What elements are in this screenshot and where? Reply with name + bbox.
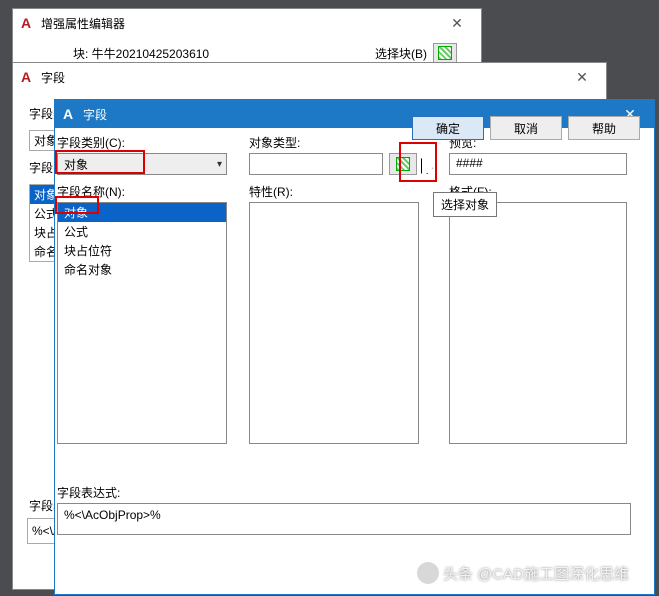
ok-button[interactable]: 确定: [412, 116, 484, 140]
close-icon[interactable]: ✕: [437, 10, 477, 36]
format-list[interactable]: [449, 202, 627, 444]
app-icon: A: [59, 105, 77, 123]
pick-icon: [438, 46, 452, 60]
list-item[interactable]: 对象: [58, 203, 226, 222]
list-item[interactable]: 块占位符: [58, 241, 226, 260]
properties-list[interactable]: [249, 202, 419, 444]
select-object-button[interactable]: [389, 153, 417, 175]
properties-label: 特性(R):: [249, 183, 419, 200]
list-item[interactable]: 公式: [58, 222, 226, 241]
preview-field: ####: [449, 153, 627, 175]
window-title: 增强属性编辑器: [41, 15, 437, 32]
select-block-button[interactable]: [433, 43, 457, 63]
field-category-combo[interactable]: 对象 ▾: [57, 153, 227, 175]
close-icon[interactable]: ✕: [562, 64, 602, 90]
titlebar[interactable]: A 增强属性编辑器 ✕: [13, 9, 481, 37]
app-icon: A: [17, 68, 35, 86]
field-dialog: A 字段 ✕ 字段类别(C): 对象 ▾ 字段名称(N): 对象 公式 块占位符…: [54, 99, 655, 595]
watermark-text: 头条 @CAD施工图深化思维: [443, 563, 629, 584]
pick-icon: [396, 157, 410, 171]
dialog-button-row: 确定 取消 帮助: [412, 116, 640, 140]
select-block-label: 选择块(B): [375, 45, 427, 62]
app-icon: A: [17, 14, 35, 32]
watermark: 头条 @CAD施工图深化思维: [417, 562, 629, 584]
field-name-label: 字段名称(N):: [57, 183, 227, 200]
object-type-field: [249, 153, 383, 175]
list-item[interactable]: 命名对象: [58, 260, 226, 279]
titlebar[interactable]: A 字段 ✕: [13, 63, 606, 91]
tooltip: 选择对象: [433, 192, 497, 217]
chevron-down-icon: ▾: [217, 159, 222, 170]
field-expression-label: 字段表达式:: [57, 484, 631, 501]
field-name-list[interactable]: 对象 公式 块占位符 命名对象: [57, 202, 227, 444]
field-category-label: 字段类别(C):: [57, 134, 227, 151]
window-title: 字段: [41, 69, 562, 86]
help-button[interactable]: 帮助: [568, 116, 640, 140]
object-type-label: 对象类型:: [249, 134, 419, 151]
avatar-icon: [417, 562, 439, 584]
combo-value: 对象: [64, 156, 88, 173]
block-label: 块: 牛牛20210425203610: [73, 45, 209, 62]
field-expression-box: %<\AcObjProp>%: [57, 503, 631, 535]
cancel-button[interactable]: 取消: [490, 116, 562, 140]
